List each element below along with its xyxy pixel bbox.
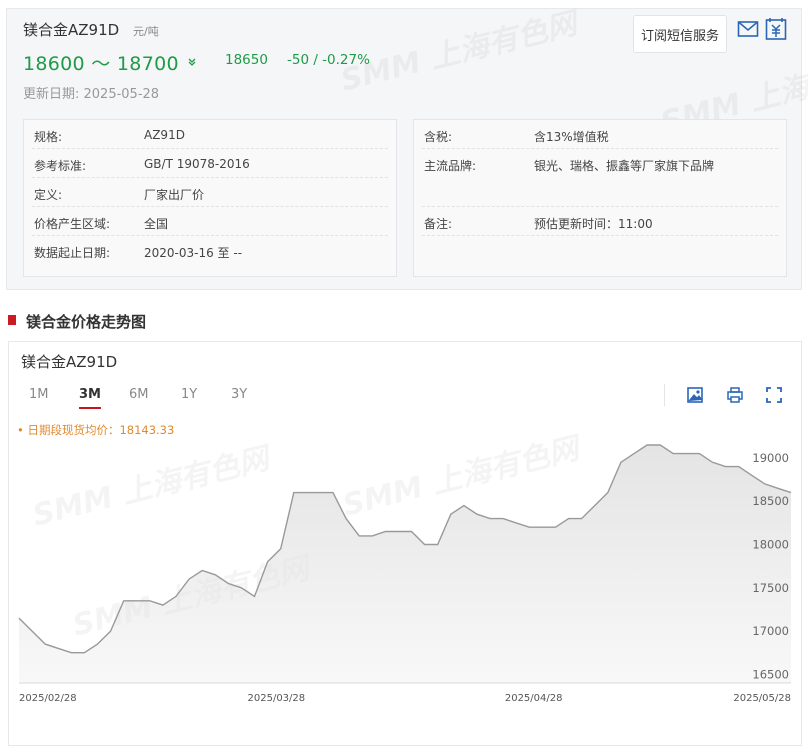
double-chevron-down-icon	[187, 57, 197, 70]
spec-row: 参考标准: GB/T 19078-2016	[32, 149, 388, 178]
spec-row: 含税: 含13%增值税	[422, 120, 778, 149]
subscribe-sms-button[interactable]: 订阅短信服务	[633, 15, 727, 53]
x-tick-label: 2025/02/28	[19, 693, 77, 704]
print-icon[interactable]	[726, 386, 744, 404]
y-tick-label: 17500	[752, 581, 789, 595]
spec-row: 备注: 预估更新时间：11:00	[422, 207, 778, 236]
y-tick-label: 17000	[752, 624, 789, 638]
tab-3m[interactable]: 3M	[79, 386, 101, 409]
spec-row: 规格: AZ91D	[32, 120, 388, 149]
price-average: 18650	[225, 52, 268, 68]
section-title-marker	[8, 315, 16, 325]
tab-1y[interactable]: 1Y	[181, 386, 197, 407]
x-tick-label: 2025/03/28	[248, 693, 306, 704]
save-image-icon[interactable]	[686, 386, 704, 404]
update-date: 更新日期: 2025-05-28	[23, 87, 160, 102]
product-name: 镁合金AZ91D	[23, 21, 120, 39]
x-tick-label: 2025/05/28	[733, 693, 791, 704]
product-summary-panel: SMM 上海有色网 SMM 上海有色网 镁合金AZ91D 元/吨 18600 ～…	[6, 6, 808, 290]
y-tick-label: 18500	[752, 494, 789, 508]
fullscreen-icon[interactable]	[765, 386, 783, 404]
spec-table-right: 含税: 含13%增值税 主流品牌: 银光、瑞格、振鑫等厂家旗下品牌 备注: 预估更新时…	[413, 119, 787, 277]
tab-3y[interactable]: 3Y	[231, 386, 247, 407]
toolbar-divider	[664, 384, 665, 406]
chart-title: 镁合金AZ91D	[21, 353, 118, 371]
price-chart-panel: 镁合金AZ91D 1M 3M 6M 1Y 3Y • 日期段现货均价：18143.…	[8, 341, 802, 746]
tab-1m[interactable]: 1M	[29, 386, 49, 407]
y-tick-label: 19000	[752, 451, 789, 465]
y-tick-label: 18000	[752, 538, 789, 552]
price-range: 18600 ～ 18700	[23, 53, 179, 75]
mail-icon[interactable]	[737, 19, 759, 39]
y-tick-label: 16500	[752, 667, 789, 681]
spec-table-left: 规格: AZ91D 参考标准: GB/T 19078-2016 定义: 厂家出厂价 价…	[23, 119, 397, 277]
tab-6m[interactable]: 6M	[129, 386, 149, 407]
wechat-subscribe-icon[interactable]	[765, 17, 787, 41]
spec-row: 主流品牌: 银光、瑞格、振鑫等厂家旗下品牌	[422, 149, 778, 207]
spec-row: 定义: 厂家出厂价	[32, 178, 388, 207]
spec-row: 数据起止日期: 2020-03-16 至 --	[34, 246, 243, 260]
watermark: SMM 上海有色网	[335, 0, 580, 100]
price-trend-chart: 16500 17000 17500 18000 18500 19000 2025/02/28…	[18, 444, 792, 704]
spec-row: 价格产生区域: 全国	[32, 207, 388, 236]
price-change: -50 / -0.27%	[287, 52, 370, 68]
section-title: 镁合金价格走势图	[26, 313, 147, 331]
series-area	[19, 445, 791, 683]
x-tick-label: 2025/04/28	[505, 693, 563, 704]
product-unit: 元/吨	[133, 25, 159, 38]
